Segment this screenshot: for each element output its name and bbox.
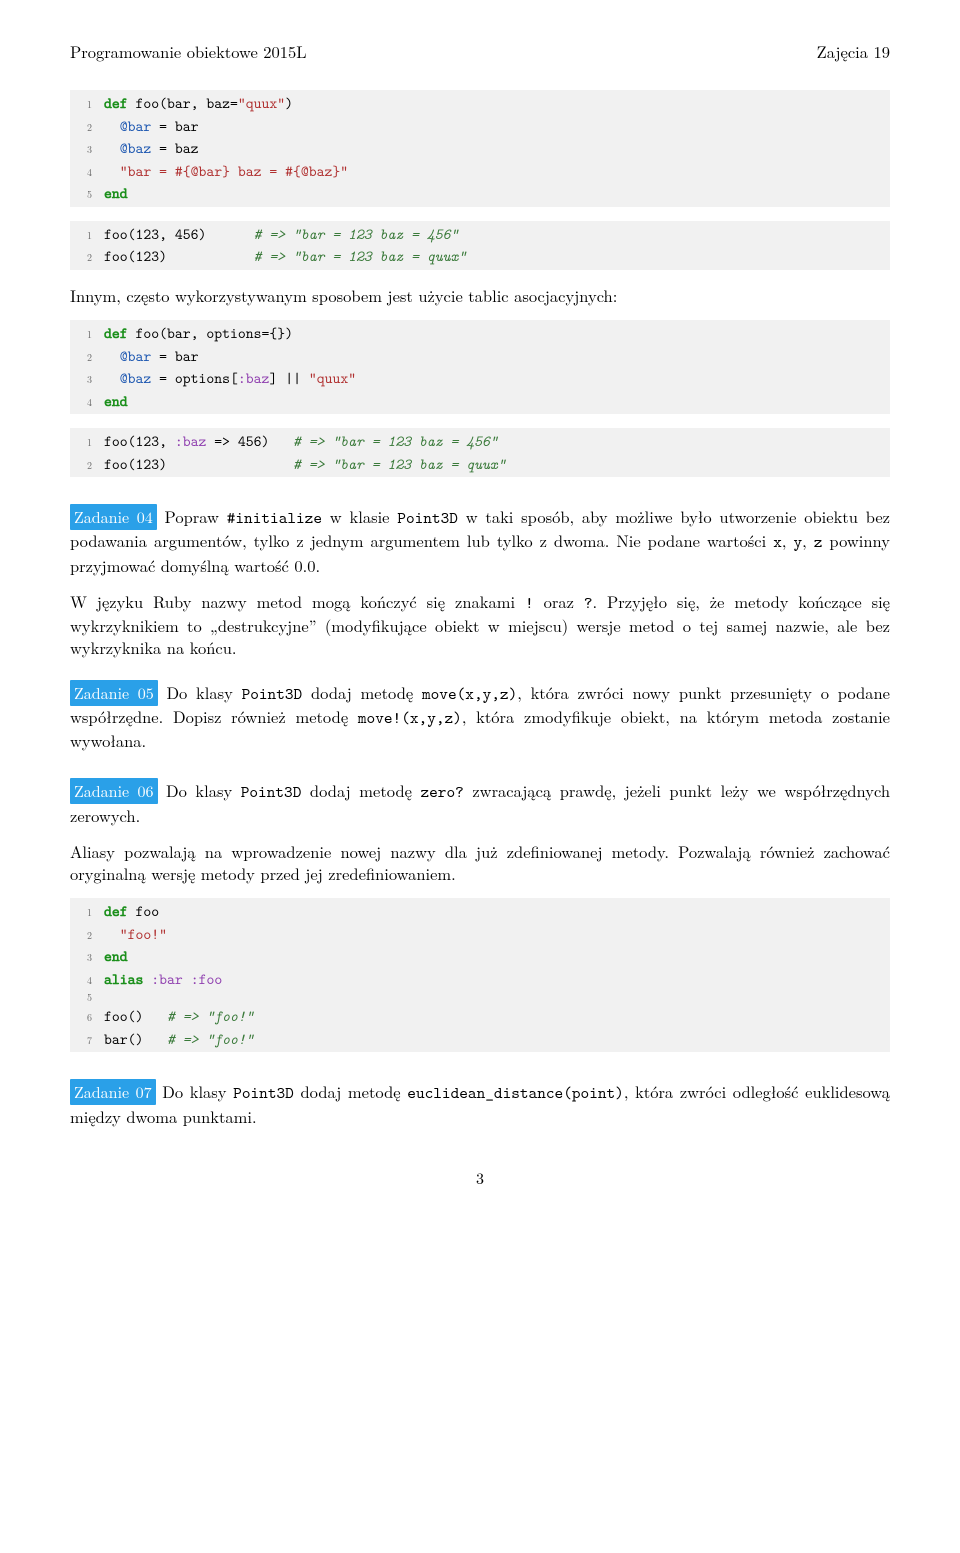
- line-number: 5: [70, 990, 104, 1005]
- paragraph-ruby-methods: W języku Ruby nazwy metod mogą kończyć s…: [70, 590, 890, 659]
- code-line: 2foo(123) # => "bar = 123 baz = quux": [70, 453, 890, 476]
- line-number: 1: [70, 327, 104, 342]
- line-number: 3: [70, 372, 104, 387]
- line-number: 2: [70, 350, 104, 365]
- code-line: 2foo(123) # => "bar = 123 baz = quux": [70, 245, 890, 268]
- code-content: foo(123) # => "bar = 123 baz = quux": [104, 453, 506, 476]
- code-content: end: [104, 182, 128, 205]
- code-content: @bar = bar: [104, 345, 199, 368]
- code-block-2: 1foo(123, 456) # => "bar = 123 baz = 456…: [70, 221, 890, 270]
- line-number: 2: [70, 120, 104, 135]
- task-07: Zadanie 07 Do klasy Point3D dodaj metodę…: [70, 1080, 890, 1127]
- code-content: end: [104, 390, 128, 413]
- code-block-3: 1def foo(bar, options={})2 @bar = bar3 @…: [70, 320, 890, 414]
- code-line: 3 @baz = baz: [70, 137, 890, 160]
- code-content: @bar = bar: [104, 115, 199, 138]
- code-line: 3end: [70, 945, 890, 968]
- task-badge: Zadanie 04: [70, 504, 157, 530]
- task-badge: Zadanie 06: [70, 778, 158, 804]
- code-content: foo(123) # => "bar = 123 baz = quux": [104, 245, 466, 268]
- paragraph-aliases: Aliasy pozwalają na wprowadzenie nowej n…: [70, 840, 890, 885]
- page-number: 3: [70, 1167, 890, 1189]
- code-content: def foo(bar, baz="quux"): [104, 92, 293, 115]
- line-number: 1: [70, 228, 104, 243]
- line-number: 3: [70, 142, 104, 157]
- code-line: 2 "foo!": [70, 923, 890, 946]
- code-line: 5end: [70, 182, 890, 205]
- code-content: foo(123, 456) # => "bar = 123 baz = 456": [104, 223, 458, 246]
- code-line: 5: [70, 990, 890, 1005]
- line-number: 1: [70, 905, 104, 920]
- task-04: Zadanie 04 Popraw #initialize w klasie P…: [70, 505, 890, 576]
- line-number: 4: [70, 395, 104, 410]
- code-block-5: 1def foo2 "foo!"3end4alias :bar :foo56fo…: [70, 898, 890, 1052]
- task-badge: Zadanie 05: [70, 680, 158, 706]
- code-line: 1foo(123, :baz => 456) # => "bar = 123 b…: [70, 430, 890, 453]
- code-line: 2 @bar = bar: [70, 345, 890, 368]
- code-line: 7bar() # => "foo!": [70, 1028, 890, 1051]
- code-line: 3 @baz = options[:baz] || "quux": [70, 367, 890, 390]
- code-line: 6foo() # => "foo!": [70, 1005, 890, 1028]
- line-number: 2: [70, 928, 104, 943]
- code-line: 1def foo(bar, options={}): [70, 322, 890, 345]
- task-05: Zadanie 05 Do klasy Point3D dodaj metodę…: [70, 681, 890, 752]
- code-content: alias :bar :foo: [104, 968, 222, 991]
- code-line: 1def foo(bar, baz="quux"): [70, 92, 890, 115]
- code-content: @baz = options[:baz] || "quux": [104, 367, 356, 390]
- code-line: 4 "bar = #{@bar} baz = #{@baz}": [70, 160, 890, 183]
- line-number: 4: [70, 165, 104, 180]
- line-number: 7: [70, 1033, 104, 1048]
- task-badge: Zadanie 07: [70, 1079, 156, 1105]
- paragraph-assoc-arrays: Innym, często wykorzystywanym sposobem j…: [70, 284, 890, 306]
- code-content: def foo: [104, 900, 159, 923]
- task-06: Zadanie 06 Do klasy Point3D dodaj metodę…: [70, 779, 890, 826]
- line-number: 2: [70, 458, 104, 473]
- header-right: Zajęcia 19: [817, 40, 890, 62]
- code-line: 4alias :bar :foo: [70, 968, 890, 991]
- code-block-4: 1foo(123, :baz => 456) # => "bar = 123 b…: [70, 428, 890, 477]
- line-number: 1: [70, 97, 104, 112]
- code-line: 1def foo: [70, 900, 890, 923]
- line-number: 5: [70, 187, 104, 202]
- line-number: 2: [70, 250, 104, 265]
- code-block-1: 1def foo(bar, baz="quux")2 @bar = bar3 @…: [70, 90, 890, 207]
- code-content: bar() # => "foo!": [104, 1028, 254, 1051]
- line-number: 6: [70, 1010, 104, 1025]
- code-content: @baz = baz: [104, 137, 199, 160]
- line-number: 4: [70, 973, 104, 988]
- code-line: 1foo(123, 456) # => "bar = 123 baz = 456…: [70, 223, 890, 246]
- line-number: 1: [70, 435, 104, 450]
- code-content: end: [104, 945, 128, 968]
- code-content: "foo!": [104, 923, 167, 946]
- code-content: foo(123, :baz => 456) # => "bar = 123 ba…: [104, 430, 498, 453]
- code-content: "bar = #{@bar} baz = #{@baz}": [104, 160, 348, 183]
- line-number: 3: [70, 950, 104, 965]
- code-line: 4end: [70, 390, 890, 413]
- page-header: Programowanie obiektowe 2015L Zajęcia 19: [70, 40, 890, 62]
- code-content: def foo(bar, options={}): [104, 322, 293, 345]
- code-content: foo() # => "foo!": [104, 1005, 254, 1028]
- code-line: 2 @bar = bar: [70, 115, 890, 138]
- header-left: Programowanie obiektowe 2015L: [70, 40, 307, 62]
